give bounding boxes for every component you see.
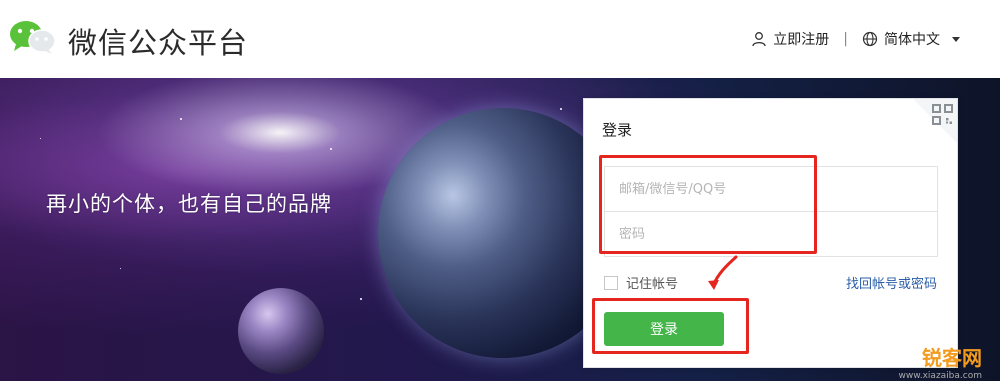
annotation-box-inputs bbox=[599, 155, 817, 254]
annotation-arrow-icon bbox=[708, 255, 738, 290]
remember-label: 记住帐号 bbox=[626, 277, 679, 292]
nav-separator: | bbox=[843, 31, 848, 47]
star-decoration bbox=[180, 118, 182, 120]
remember-account[interactable]: 记住帐号 bbox=[604, 273, 678, 292]
chevron-down-icon bbox=[952, 36, 960, 42]
watermark-brand: 锐客网 bbox=[922, 346, 982, 370]
language-selector[interactable]: 简体中文 bbox=[862, 29, 960, 49]
globe-icon bbox=[862, 31, 878, 47]
watermark: 锐客网 www.xiazaiba.com bbox=[872, 311, 992, 381]
register-link[interactable]: 立即注册 bbox=[751, 29, 829, 49]
banner-tagline: 再小的个体，也有自己的品牌 bbox=[46, 192, 332, 216]
site-title: 微信公众平台 bbox=[68, 26, 249, 60]
star-decoration bbox=[360, 298, 362, 300]
forgot-account-link[interactable]: 找回帐号或密码 bbox=[846, 273, 937, 292]
user-icon bbox=[752, 32, 766, 47]
header-nav: 立即注册 | 简体中文 bbox=[751, 30, 960, 48]
top-header: 微信公众平台 立即注册 | 简体中文 bbox=[0, 0, 1000, 78]
remember-checkbox[interactable] bbox=[604, 275, 618, 290]
language-label: 简体中文 bbox=[884, 32, 940, 48]
login-title: 登录 bbox=[602, 121, 633, 139]
watermark-url: www.xiazaiba.com bbox=[898, 371, 982, 381]
annotation-box-login-button bbox=[592, 298, 749, 354]
qr-code-icon[interactable] bbox=[913, 99, 957, 143]
star-decoration bbox=[330, 148, 332, 150]
register-label: 立即注册 bbox=[773, 32, 830, 48]
star-decoration bbox=[120, 268, 121, 269]
small-planet bbox=[238, 288, 324, 374]
star-decoration bbox=[560, 108, 562, 110]
wechat-logo-icon bbox=[10, 21, 56, 54]
star-decoration bbox=[40, 138, 41, 139]
